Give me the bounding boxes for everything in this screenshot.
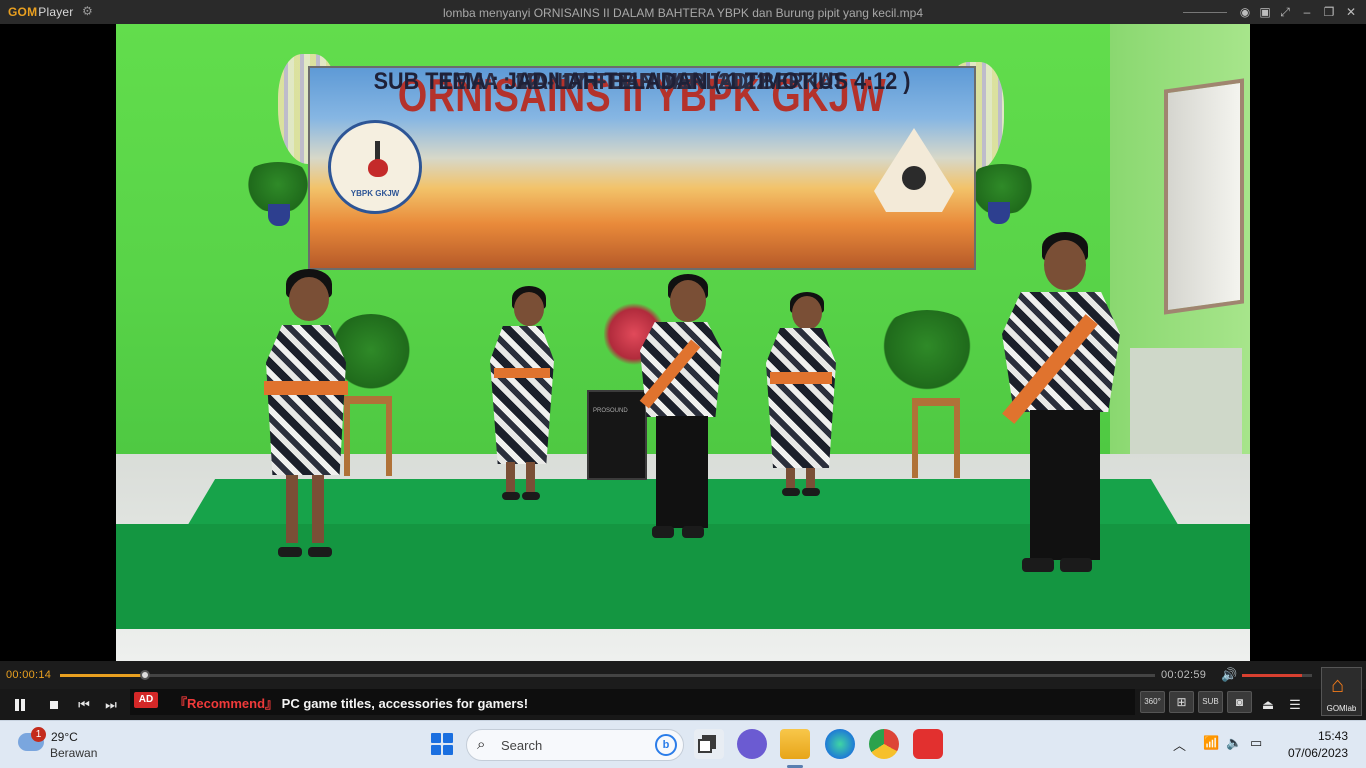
taskbar-search[interactable]: ⌕ Search b bbox=[466, 729, 684, 761]
plant-pot-left bbox=[268, 204, 290, 226]
classroom-window bbox=[1164, 78, 1244, 315]
ad-banner[interactable]: AD 『Recommend』 PC game titles, accessori… bbox=[130, 689, 1135, 715]
stool-left bbox=[344, 396, 392, 476]
show-hidden-icons-chevron-icon[interactable]: ︿ bbox=[1173, 735, 1186, 754]
search-placeholder: Search bbox=[501, 738, 543, 753]
window-title: lomba menyanyi ORNISAINS II DALAM BAHTER… bbox=[443, 6, 923, 20]
video-area[interactable]: YBPK GKJW ORNISAINS II YBPK GKJW 12 - 17… bbox=[0, 24, 1366, 661]
gomlab-button[interactable]: ⌂ GOMlab bbox=[1321, 667, 1362, 716]
file-explorer-icon[interactable] bbox=[780, 729, 810, 759]
total-time: 00:02:59 bbox=[1161, 669, 1207, 681]
weather-description[interactable]: Berawan bbox=[50, 746, 97, 760]
home-icon: ⌂ bbox=[1331, 672, 1345, 697]
audio-mode-icon[interactable]: ◉ bbox=[1236, 3, 1254, 21]
seal-text: YBPK GKJW bbox=[350, 189, 400, 198]
seek-row: 00:00:14 00:02:59 🔊 bbox=[0, 661, 1366, 689]
ad-text[interactable]: 『Recommend』 PC game titles, accessories … bbox=[174, 693, 528, 712]
temperature[interactable]: 29°C bbox=[51, 730, 78, 744]
fullscreen-icon[interactable]: ⤢ bbox=[1276, 3, 1294, 21]
control-row: ⏮ ⏭ AD 『Recommend』 PC game titles, acces… bbox=[0, 689, 1366, 720]
current-time: 00:00:14 bbox=[6, 669, 52, 681]
gomlab-label: GOMlab bbox=[1326, 704, 1357, 713]
ad-badge: AD bbox=[134, 692, 158, 708]
equalizer-button[interactable]: ⊞ bbox=[1169, 691, 1194, 713]
screen-mode-icon[interactable]: ▣ bbox=[1256, 3, 1274, 21]
stool-right bbox=[912, 398, 960, 478]
seek-progress bbox=[60, 674, 146, 677]
seek-handle[interactable] bbox=[140, 670, 151, 680]
taskbar: 1 29°C Berawan ⌕ Search b ︿ 📶 🔈 ▭ 15:43 … bbox=[0, 720, 1366, 768]
chrome-browser-icon[interactable] bbox=[869, 729, 899, 759]
taskbar-date[interactable]: 07/06/2023 bbox=[1270, 746, 1348, 760]
previous-button[interactable]: ⏮ bbox=[74, 695, 94, 715]
next-button[interactable]: ⏭ bbox=[101, 695, 121, 715]
volume-icon[interactable]: 🔈 bbox=[1226, 735, 1242, 751]
maximize-icon[interactable]: ❐ bbox=[1320, 3, 1338, 21]
capture-camera-icon[interactable]: ◙ bbox=[1227, 691, 1252, 713]
eject-icon[interactable]: ⏏ bbox=[1258, 695, 1278, 715]
volume-slider[interactable] bbox=[1242, 674, 1312, 677]
stage-plant-right bbox=[872, 310, 982, 390]
gkjw-emblem bbox=[874, 128, 954, 212]
speaker: PROSOUND bbox=[587, 390, 647, 480]
teams-chat-icon[interactable] bbox=[737, 729, 767, 759]
ybpk-seal: YBPK GKJW bbox=[328, 120, 422, 214]
speaker-icon[interactable]: 🔊 bbox=[1221, 667, 1237, 683]
windows-start-icon[interactable] bbox=[427, 729, 457, 759]
stop-button[interactable] bbox=[44, 695, 64, 715]
bing-icon[interactable]: b bbox=[655, 734, 677, 756]
search-icon: ⌕ bbox=[477, 736, 486, 753]
plant-pot-right bbox=[988, 202, 1010, 224]
volume-level bbox=[1242, 674, 1302, 677]
gom-player-taskbar-icon[interactable] bbox=[913, 729, 943, 759]
close-icon[interactable]: ✕ bbox=[1342, 3, 1360, 21]
title-divider bbox=[1183, 12, 1227, 13]
weather-notification-badge: 1 bbox=[31, 727, 46, 742]
task-view-icon[interactable] bbox=[694, 729, 724, 759]
pause-button[interactable] bbox=[10, 695, 30, 715]
title-bar: GOMPlayer ⚙ lomba menyanyi ORNISAINS II … bbox=[0, 0, 1366, 24]
taskbar-clock[interactable]: 15:43 bbox=[1280, 729, 1348, 743]
seek-bar[interactable] bbox=[60, 670, 1155, 680]
battery-icon[interactable]: ▭ bbox=[1250, 735, 1262, 751]
banner-subtheme: SUB TEMA : JADILAH TELADAN ( 1 TIMOTIUS … bbox=[373, 68, 911, 95]
subtitle-button[interactable]: SUB bbox=[1198, 691, 1223, 713]
heart-icon bbox=[368, 159, 388, 177]
edge-browser-icon[interactable] bbox=[825, 729, 855, 759]
candle-icon bbox=[375, 141, 380, 161]
wifi-icon[interactable]: 📶 bbox=[1203, 735, 1219, 751]
minimize-icon[interactable]: – bbox=[1298, 3, 1316, 21]
event-banner: YBPK GKJW ORNISAINS II YBPK GKJW 12 - 17… bbox=[310, 68, 974, 268]
video-frame[interactable]: YBPK GKJW ORNISAINS II YBPK GKJW 12 - 17… bbox=[116, 24, 1250, 661]
menu-icon[interactable]: ☰ bbox=[1285, 695, 1305, 715]
vr-360-button[interactable]: 360° bbox=[1140, 691, 1165, 713]
